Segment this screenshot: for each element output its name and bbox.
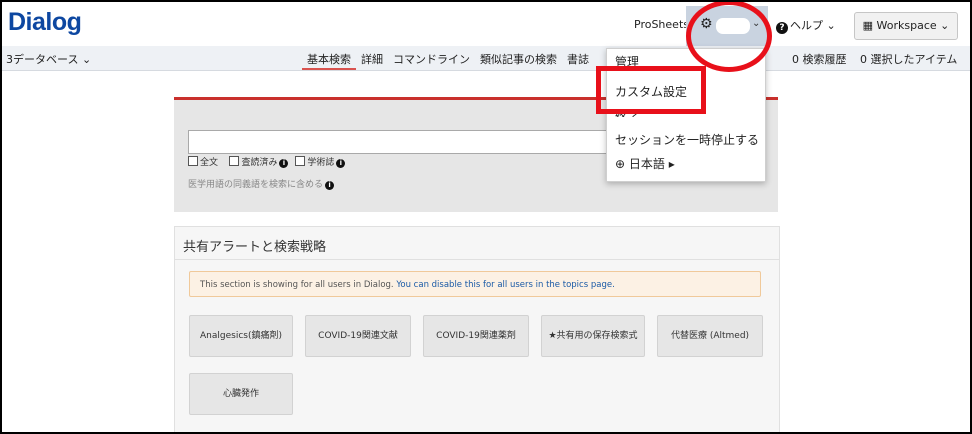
shared-search-tile[interactable]: 代替医療 (Altmed) <box>657 315 763 357</box>
shared-alerts-title: 共有アラートと検索戦略 <box>183 240 327 255</box>
info-icon[interactable]: i <box>279 159 289 168</box>
shared-search-tile[interactable]: 心臓発作 <box>189 373 293 415</box>
menu-item-language[interactable]: ⊕ 日本語 ▸ <box>615 155 675 172</box>
scholarly-checkbox[interactable] <box>295 156 306 166</box>
app-window: Dialog ProSheets ⚙ ⌄ ? ヘルプ ⌄ ▦ Workspace … <box>0 0 972 434</box>
workspace-button[interactable]: ▦ Workspace ⌄ <box>854 12 958 40</box>
workspace-label: Workspace ⌄ <box>876 19 950 32</box>
menu-item-pause-session[interactable]: セッションを一時停止する <box>615 131 759 148</box>
search-history-link[interactable]: 0 検索履歴 <box>792 53 847 66</box>
tab-command-line[interactable]: コマンドライン <box>388 46 475 70</box>
shared-alerts-panel: 共有アラートと検索戦略 This section is showing for … <box>174 226 780 432</box>
search-tabs: 基本検索 詳細 コマンドライン 類似記事の検索 書誌 <box>302 46 594 70</box>
dialog-logo[interactable]: Dialog <box>8 8 82 37</box>
globe-icon: ⊕ <box>615 157 626 171</box>
question-circle-icon: ? <box>776 22 788 34</box>
info-icon[interactable]: i <box>325 181 335 190</box>
synonym-option[interactable]: 医学用語の同義語を検索に含める i <box>188 177 338 190</box>
top-header: Dialog ProSheets ⚙ ⌄ ? ヘルプ ⌄ ▦ Workspace … <box>2 2 970 46</box>
shared-search-tile[interactable]: ★共有用の保存検索式 <box>541 315 645 357</box>
scholarly-label: 学術誌 <box>307 158 335 168</box>
fulltext-label: 全文 <box>200 158 219 168</box>
search-options: 全文 査読済み i 学術誌 i <box>188 155 349 168</box>
nav-bar: 3データベース ⌄ 基本検索 詳細 コマンドライン 類似記事の検索 書誌 0 検… <box>2 46 970 71</box>
synonym-label: 医学用語の同義語を検索に含める <box>188 180 324 190</box>
tab-basic-search[interactable]: 基本検索 <box>302 46 356 70</box>
notice-disable-link[interactable]: You can disable this for all users in th… <box>396 280 614 290</box>
divider <box>175 259 779 260</box>
tab-similar-articles[interactable]: 類似記事の検索 <box>475 46 562 70</box>
info-icon[interactable]: i <box>336 159 346 168</box>
grid-icon: ▦ <box>862 19 877 32</box>
help-menu[interactable]: ? ヘルプ ⌄ <box>776 17 836 34</box>
shared-search-tile[interactable]: COVID-19関連薬剤 <box>423 315 529 357</box>
shared-notice: This section is showing for all users in… <box>189 271 761 297</box>
annotation-rectangle <box>596 66 706 114</box>
fulltext-checkbox[interactable] <box>188 156 198 166</box>
shared-search-tile[interactable]: Analgesics(鎮痛剤) <box>189 315 293 357</box>
peer-reviewed-checkbox[interactable] <box>229 156 240 166</box>
tab-advanced[interactable]: 詳細 <box>356 46 388 70</box>
notice-text: This section is showing for all users in… <box>200 280 394 290</box>
prosheets-link[interactable]: ProSheets <box>634 18 689 31</box>
tab-bibliography[interactable]: 書誌 <box>562 46 594 70</box>
nav-right-links: 0 検索履歴 0 選択したアイテム <box>792 51 967 67</box>
search-input[interactable] <box>188 130 624 154</box>
selected-items-link[interactable]: 0 選択したアイテム <box>860 53 957 66</box>
help-label: ヘルプ ⌄ <box>790 19 836 32</box>
peer-reviewed-label: 査読済み <box>241 158 278 168</box>
annotation-circle <box>686 2 772 72</box>
databases-dropdown[interactable]: 3データベース ⌄ <box>6 51 91 67</box>
language-label: 日本語 ▸ <box>628 157 675 171</box>
shared-search-tile[interactable]: COVID-19関連文献 <box>305 315 411 357</box>
